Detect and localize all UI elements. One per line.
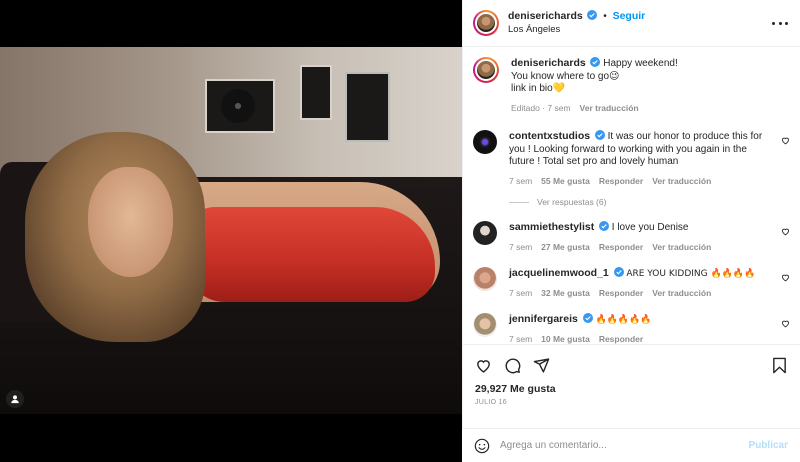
reply-button[interactable]: Responder bbox=[599, 333, 643, 345]
publish-button[interactable]: Publicar bbox=[749, 440, 788, 451]
post-modal: deniserichards • Seguir Los Ángeles deni… bbox=[0, 0, 800, 462]
see-translation-link[interactable]: Ver traducción bbox=[652, 241, 711, 254]
add-comment-bar: Publicar bbox=[462, 428, 800, 462]
comment-time: 7 sem bbox=[509, 175, 533, 186]
view-replies-button[interactable]: Ver respuestas (6) bbox=[509, 197, 790, 207]
caption-line: Happy weekend! bbox=[603, 58, 678, 69]
reply-button[interactable]: Responder bbox=[599, 241, 643, 254]
comment-username[interactable]: jennifergareis bbox=[509, 313, 578, 325]
comment-icon[interactable] bbox=[504, 357, 521, 374]
comment-likes[interactable]: 55 Me gusta bbox=[541, 175, 590, 188]
caption-meta: Editado · 7 sem bbox=[511, 102, 571, 113]
reply-button[interactable]: Responder bbox=[599, 287, 643, 300]
comment-likes[interactable]: 32 Me gusta bbox=[541, 287, 590, 300]
verified-icon bbox=[590, 57, 601, 67]
see-translation-link[interactable]: Ver traducción bbox=[652, 287, 711, 300]
comment-username[interactable]: sammiethestylist bbox=[509, 221, 594, 233]
post-header: deniserichards • Seguir Los Ángeles bbox=[463, 0, 800, 47]
comment-text: ARE YOU KIDDING 🔥🔥🔥🔥 bbox=[626, 269, 756, 279]
comment-time: 7 sem bbox=[509, 241, 533, 252]
avatar[interactable] bbox=[473, 10, 499, 36]
comment-item: jacquelinemwood_1 ARE YOU KIDDING 🔥🔥🔥🔥 7… bbox=[473, 267, 790, 299]
comment-text: I love you Denise bbox=[611, 222, 689, 233]
verified-icon bbox=[613, 267, 624, 277]
comments-list: deniserichards Happy weekend! You know w… bbox=[463, 47, 800, 344]
see-translation-link[interactable]: Ver traducción bbox=[580, 102, 639, 115]
post-media bbox=[0, 0, 462, 462]
verified-icon bbox=[587, 10, 598, 20]
post-photo[interactable] bbox=[0, 47, 462, 414]
more-options-icon[interactable] bbox=[772, 16, 788, 30]
comment-username[interactable]: jacquelinemwood_1 bbox=[509, 267, 609, 279]
heart-icon[interactable] bbox=[781, 319, 790, 328]
comment-item: sammiethestylist I love you Denise 7 sem… bbox=[473, 221, 790, 253]
comment-input[interactable] bbox=[500, 440, 749, 451]
avatar[interactable] bbox=[473, 130, 497, 154]
wall-frame bbox=[345, 72, 390, 142]
post-date[interactable]: JULIO 16 bbox=[475, 399, 788, 406]
comment-time: 7 sem bbox=[509, 333, 533, 344]
bookmark-icon[interactable] bbox=[771, 357, 788, 374]
avatar[interactable] bbox=[473, 313, 497, 337]
verified-icon bbox=[582, 313, 593, 323]
comment-text: 🔥🔥🔥🔥🔥 bbox=[595, 315, 652, 325]
emoji-icon[interactable] bbox=[474, 438, 490, 454]
wall-frame bbox=[205, 79, 275, 133]
user-tag-icon[interactable] bbox=[6, 390, 24, 408]
post-caption: deniserichards Happy weekend! You know w… bbox=[473, 57, 790, 114]
heart-icon[interactable] bbox=[781, 136, 790, 145]
view-replies-label: Ver respuestas (6) bbox=[537, 197, 607, 207]
comment-item: jennifergareis 🔥🔥🔥🔥🔥 7 sem 10 Me gusta R… bbox=[473, 313, 790, 344]
comment-username[interactable]: contentxstudios bbox=[509, 130, 590, 142]
avatar[interactable] bbox=[473, 267, 497, 291]
comment-likes[interactable]: 27 Me gusta bbox=[541, 241, 590, 254]
caption-username[interactable]: deniserichards bbox=[511, 57, 586, 69]
avatar[interactable] bbox=[473, 221, 497, 245]
see-translation-link[interactable]: Ver traducción bbox=[652, 175, 711, 188]
heart-icon[interactable] bbox=[781, 227, 790, 236]
avatar[interactable] bbox=[473, 57, 499, 83]
comment-likes[interactable]: 10 Me gusta bbox=[541, 333, 590, 345]
header-username[interactable]: deniserichards bbox=[508, 10, 583, 22]
heart-icon[interactable] bbox=[475, 357, 492, 374]
comment-item: contentxstudios It was our honor to prod… bbox=[473, 130, 790, 187]
share-icon[interactable] bbox=[533, 357, 550, 374]
caption-line: You know where to go😉 bbox=[511, 70, 620, 82]
reply-button[interactable]: Responder bbox=[599, 175, 643, 188]
heart-icon[interactable] bbox=[781, 273, 790, 282]
caption-line: link in bio💛 bbox=[511, 83, 566, 94]
wall-frame bbox=[300, 65, 332, 120]
location-link[interactable]: Los Ángeles bbox=[508, 23, 645, 36]
post-sidebar: deniserichards • Seguir Los Ángeles deni… bbox=[462, 0, 800, 462]
follow-button[interactable]: Seguir bbox=[613, 10, 646, 22]
likes-count[interactable]: 29,927 Me gusta bbox=[475, 383, 788, 395]
comment-time: 7 sem bbox=[509, 287, 533, 298]
verified-icon bbox=[599, 221, 609, 231]
verified-icon bbox=[594, 130, 605, 140]
